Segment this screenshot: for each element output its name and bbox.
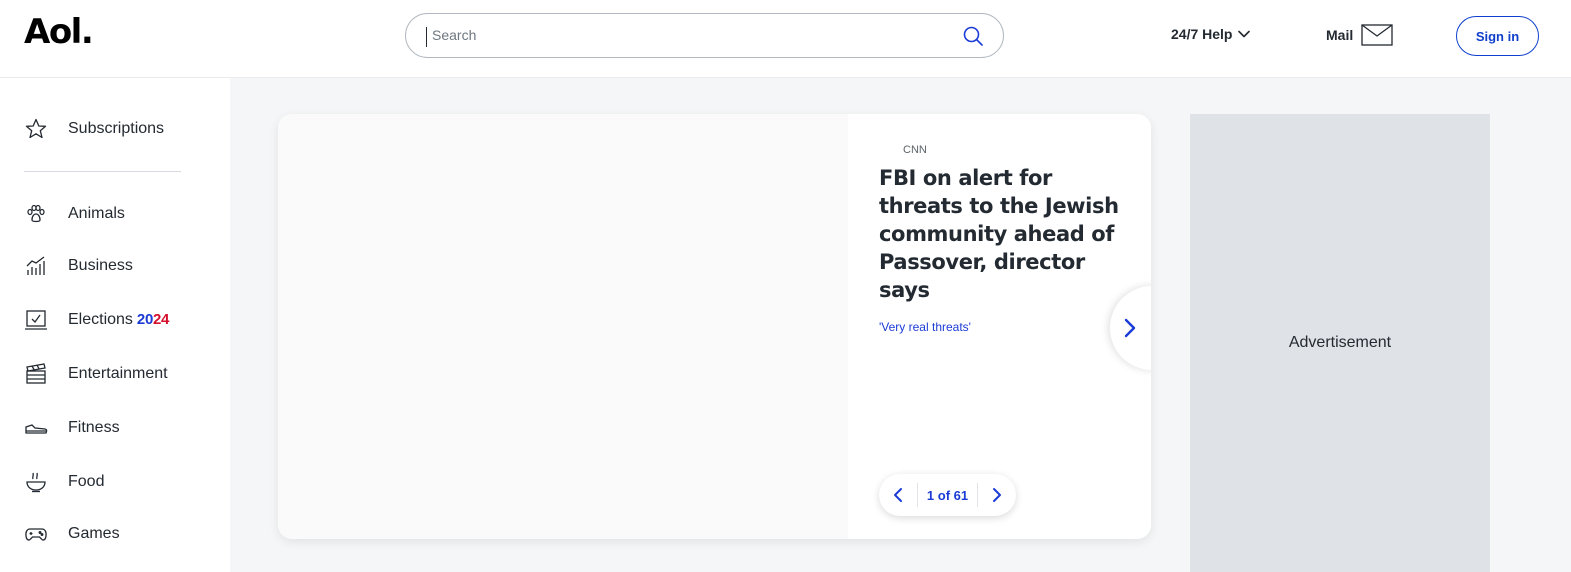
sidebar-item-label: Fitness — [68, 419, 120, 436]
sidebar-item-fitness[interactable]: Fitness — [24, 416, 120, 440]
ballot-icon — [25, 310, 47, 330]
sidebar-item-animals[interactable]: Animals — [24, 202, 125, 226]
clapperboard-icon — [26, 363, 46, 384]
sidebar-nav: Subscriptions Animals Business Elections… — [0, 78, 230, 572]
search-icon[interactable] — [961, 24, 985, 48]
sidebar-item-label: Business — [68, 257, 133, 274]
sidebar-item-business[interactable]: Business — [24, 254, 133, 278]
sidebar-item-games[interactable]: Games — [24, 522, 120, 546]
sidebar-item-label: Entertainment — [68, 365, 168, 382]
envelope-icon — [1361, 24, 1393, 46]
story-source: CNN — [903, 144, 927, 156]
help-dropdown[interactable]: 24/7 Help — [1171, 26, 1251, 42]
sidebar-item-label: Games — [68, 525, 120, 542]
story-image-placeholder[interactable] — [278, 114, 848, 539]
pager-next-button[interactable] — [978, 474, 1016, 516]
year-part-red: 24 — [153, 311, 170, 328]
aol-logo[interactable]: Aol. — [24, 12, 94, 52]
pager-count: 1 of 61 — [917, 483, 978, 507]
year-part-blue: 20 — [136, 311, 154, 328]
top-story-carousel: CNN FBI on alert for threats to the Jewi… — [278, 114, 1151, 539]
sidebar-item-label: Elections 2024 — [68, 311, 169, 329]
story-subhead[interactable]: 'Very real threats' — [879, 320, 971, 334]
chevron-right-icon — [993, 488, 1001, 502]
search-bar[interactable]: Search — [405, 13, 1004, 58]
paw-icon — [27, 204, 45, 223]
sidebar-item-entertainment[interactable]: Entertainment — [24, 362, 168, 386]
advertisement-label: Advertisement — [1288, 334, 1392, 351]
sneaker-icon — [25, 424, 48, 434]
pager-prev-button[interactable] — [879, 474, 917, 516]
sign-in-button[interactable]: Sign in — [1456, 16, 1539, 56]
sidebar-item-elections[interactable]: Elections 2024 — [24, 308, 169, 332]
search-input[interactable]: Search — [432, 27, 476, 43]
gamepad-icon — [25, 528, 47, 541]
help-label: 24/7 Help — [1171, 26, 1233, 42]
elections-label: Elections — [68, 311, 133, 328]
elections-year-badge: 2024 — [137, 311, 169, 328]
advertisement-slot[interactable]: Advertisement — [1190, 114, 1490, 572]
carousel-pager: 1 of 61 — [879, 474, 1016, 516]
sidebar-divider — [24, 171, 181, 172]
sidebar-item-food[interactable]: Food — [24, 470, 104, 494]
chevron-down-icon — [1238, 30, 1251, 38]
star-icon — [25, 118, 47, 139]
mail-label: Mail — [1326, 27, 1354, 43]
sidebar-item-label: Animals — [68, 205, 125, 222]
sidebar-item-label: Food — [68, 473, 105, 490]
mail-link[interactable]: Mail — [1326, 24, 1393, 46]
text-caret — [426, 27, 427, 47]
sidebar-item-label: Subscriptions — [68, 120, 165, 137]
chevron-left-icon — [894, 488, 902, 502]
chevron-right-icon — [1124, 318, 1136, 338]
sidebar-item-subscriptions[interactable]: Subscriptions — [24, 117, 164, 141]
chart-icon — [26, 256, 45, 275]
story-headline[interactable]: FBI on alert for threats to the Jewish c… — [879, 164, 1119, 304]
bowl-icon — [26, 472, 46, 493]
top-header: Aol. Search 24/7 Help Mail Sign in — [0, 0, 1571, 78]
